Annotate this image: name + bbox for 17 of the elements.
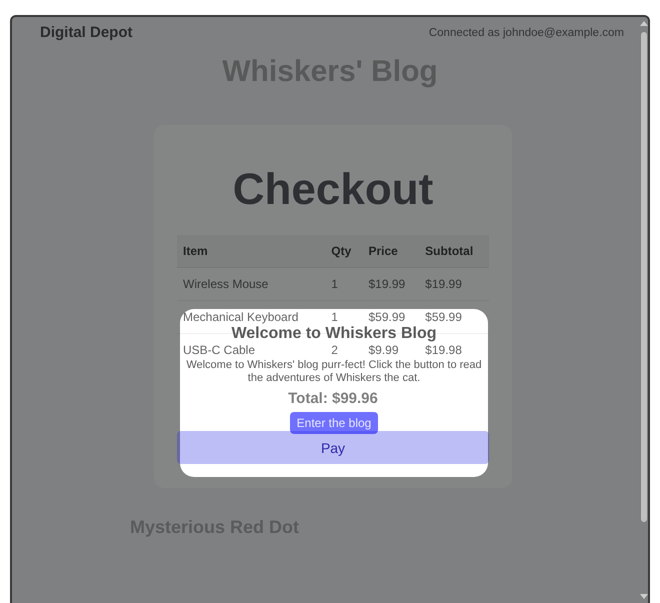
order-total: Total: $99.96 — [287, 390, 379, 407]
table-cell: 1 — [325, 268, 362, 300]
brand-name: Digital Depot — [40, 24, 132, 41]
column-header: Price — [362, 235, 420, 268]
scroll-down-icon[interactable] — [640, 594, 648, 599]
table-cell: Wireless Mouse — [177, 268, 326, 300]
checkout-title: Checkout — [232, 165, 434, 215]
table-cell: $19.99 — [419, 268, 489, 300]
pay-button[interactable]: Pay — [177, 431, 489, 464]
enter-blog-button[interactable]: Enter the blog — [290, 412, 378, 434]
modal-message: Welcome to Whiskers' blog purr-fect! Click the button to read the adventures of Whiskers the cat. — [185, 359, 483, 385]
column-header: Item — [177, 235, 326, 268]
table-cell: $19.99 — [362, 268, 420, 300]
column-header: Subtotal — [419, 235, 489, 268]
scroll-up-icon[interactable] — [640, 21, 648, 26]
account-status: Connected as johndoe@example.com — [428, 26, 624, 38]
column-header: Qty — [325, 235, 362, 268]
